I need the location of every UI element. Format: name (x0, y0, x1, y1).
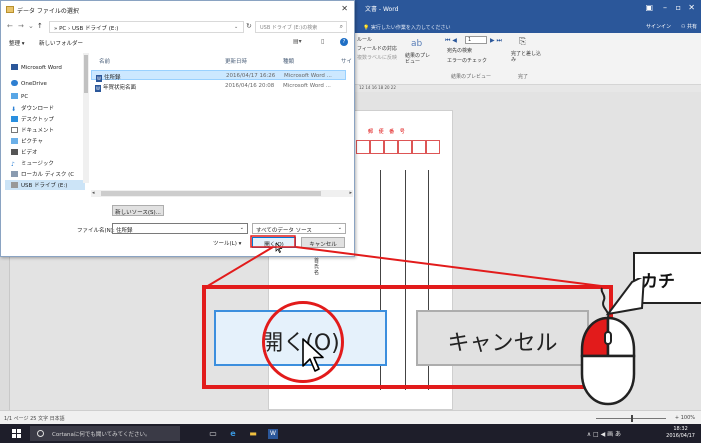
mouse-left-click-icon (580, 278, 645, 406)
zoomed-cancel-button[interactable]: キャンセル (416, 310, 589, 366)
large-mouse-pointer-icon (302, 338, 324, 372)
